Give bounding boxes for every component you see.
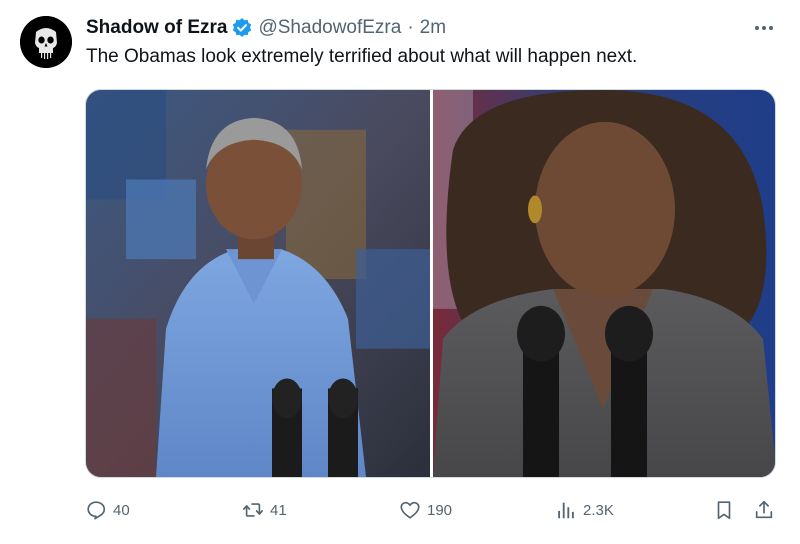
like-count: 190 [427,501,453,519]
share-button[interactable] [753,495,775,525]
action-bar: 40 41 190 2.3K [85,495,785,525]
photo-man-blue-shirt[interactable] [86,90,430,477]
bookmark-button[interactable] [713,495,735,525]
tweet-header: Shadow of Ezra @ShadowofEzra · 2m [86,16,446,40]
views-count: 2.3K [583,501,614,519]
reply-icon [87,501,106,520]
tweet-media[interactable] [85,89,776,478]
like-button[interactable]: 190 [399,495,452,525]
retweet-count: 41 [270,501,287,519]
share-icon [755,500,773,519]
reply-button[interactable]: 40 [85,495,130,525]
heart-icon [400,501,420,519]
photo-woman-gray-suit[interactable] [433,90,776,477]
retweet-button[interactable]: 41 [242,495,287,525]
punisher-skull-icon [20,16,72,68]
author-handle[interactable]: @ShadowofEzra [258,17,401,39]
more-options-button[interactable] [748,16,780,40]
separator-dot: · [407,17,414,38]
timestamp[interactable]: 2m [420,17,446,39]
views-button[interactable]: 2.3K [555,495,614,525]
views-chart-icon [558,502,574,519]
avatar[interactable] [20,16,72,68]
retweet-icon [243,503,263,517]
verified-badge-icon [233,18,252,37]
tweet-text: The Obamas look extremely terrified abou… [86,46,638,67]
bookmark-icon [717,501,731,520]
more-dots-icon [755,26,773,30]
reply-count: 40 [113,501,130,519]
display-name[interactable]: Shadow of Ezra [86,17,227,39]
